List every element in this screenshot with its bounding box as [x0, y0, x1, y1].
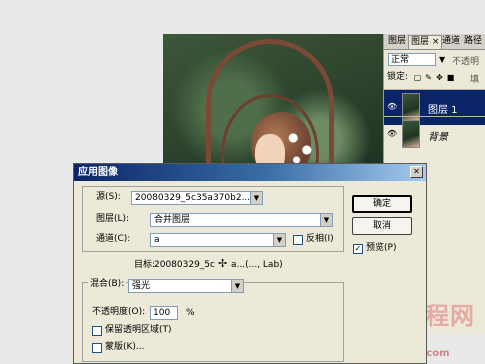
layer-select[interactable]: 合并图层 ▼: [150, 213, 333, 227]
preserve-transparency-checkbox[interactable]: [92, 326, 102, 336]
tab-paths[interactable]: 路径: [462, 35, 484, 48]
layer-name: 背景: [428, 132, 448, 143]
source-select[interactable]: 20080329_5c35a370b2... ▼: [131, 191, 263, 205]
cancel-button[interactable]: 取消: [352, 217, 412, 235]
cursor-icon: ✢: [218, 257, 228, 270]
invert-checkbox[interactable]: [293, 235, 303, 245]
layer-value: 合并图层: [154, 215, 191, 225]
lock-row: 锁定: ▢ ✎ ✥ ■: [387, 72, 483, 86]
blending-label: 混合(B):: [88, 278, 127, 291]
tab-layers[interactable]: 图层 ×: [408, 35, 443, 49]
chevron-down-icon[interactable]: ▼: [320, 214, 332, 226]
lock-position-icon[interactable]: ✥: [435, 73, 444, 82]
layer-thumbnail: [402, 120, 420, 148]
channel-value: a: [154, 235, 160, 245]
dialog-title: 应用图像: [78, 167, 118, 178]
channel-label: 通道(C):: [96, 234, 131, 244]
chevron-down-icon[interactable]: ▼: [231, 280, 243, 292]
opacity-unit: %: [186, 308, 195, 318]
source-label: 源(S):: [96, 192, 121, 202]
lock-all-icon[interactable]: ■: [446, 73, 455, 82]
layer-blend-mode-select[interactable]: 正常: [388, 53, 436, 66]
channel-select[interactable]: a ▼: [150, 233, 286, 247]
layer-row-background[interactable]: 👁 背景: [384, 116, 485, 152]
preview-label: 预览(P): [366, 243, 397, 253]
mask-checkbox[interactable]: [92, 343, 102, 353]
invert-label: 反相(I): [306, 234, 334, 244]
blending-select[interactable]: 强光 ▼: [128, 279, 244, 293]
preserve-transparency-label: 保留透明区域(T): [105, 325, 172, 335]
lock-label: 锁定:: [387, 72, 409, 82]
dialog-titlebar[interactable]: 应用图像 ✕: [74, 164, 426, 181]
fill-label: 填: [470, 75, 480, 85]
eye-icon[interactable]: 👁: [387, 103, 397, 111]
layer-label: 图层(L):: [96, 214, 130, 224]
mask-label: 蒙版(K)...: [105, 342, 145, 352]
tab-channels[interactable]: 通道: [440, 35, 462, 48]
opacity-label: 不透明度(O):: [92, 307, 146, 317]
tab-layers-group[interactable]: 图层: [386, 35, 408, 48]
panel-tabs: 图层 图层 × 通道 路径: [384, 34, 485, 50]
source-value: 20080329_5c35a370b2...: [135, 193, 251, 203]
chevron-down-icon[interactable]: ▼: [273, 234, 285, 246]
opacity-input[interactable]: 100: [150, 306, 178, 320]
layer-name: 图层 1: [428, 105, 458, 116]
lock-transparent-icon[interactable]: ▢: [413, 73, 422, 82]
chevron-down-icon[interactable]: ▼: [439, 53, 448, 66]
target-value: 20080329_5c: [154, 260, 215, 270]
close-icon[interactable]: ✕: [410, 166, 423, 178]
lock-image-icon[interactable]: ✎: [424, 73, 433, 82]
target-label: 目标:: [134, 260, 156, 270]
blending-value: 强光: [132, 281, 151, 291]
preview-checkbox[interactable]: ✓: [353, 244, 363, 254]
chevron-down-icon[interactable]: ▼: [250, 192, 262, 204]
layer-opacity-label: 不透明: [452, 57, 480, 67]
apply-image-dialog: 应用图像 ✕ 源(S): 20080329_5c35a370b2... ▼ 图层…: [73, 163, 427, 364]
eye-icon[interactable]: 👁: [387, 130, 397, 138]
hair-flowers: [283, 126, 317, 166]
ok-button[interactable]: 确定: [352, 195, 412, 213]
target-value-tail: a...(..., Lab): [231, 260, 283, 270]
